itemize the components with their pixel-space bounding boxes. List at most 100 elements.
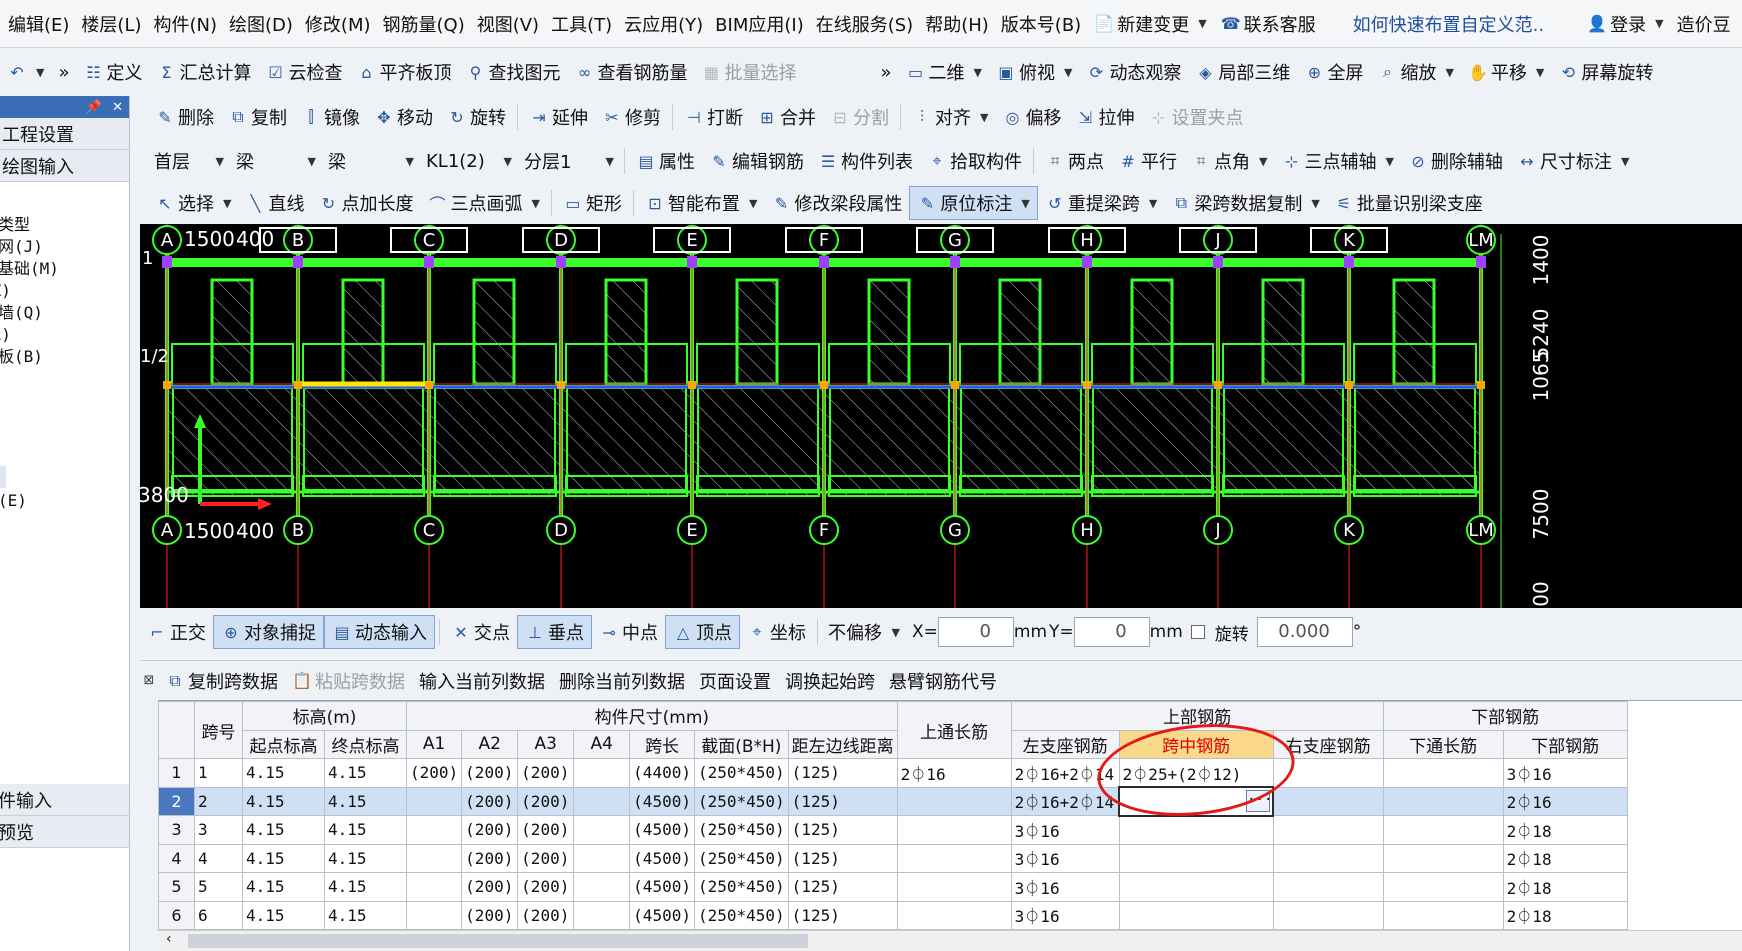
cell-span[interactable]: 5 — [194, 872, 243, 902]
edit-btn-0[interactable]: ✎ 删除 — [148, 100, 221, 134]
cell-through[interactable] — [896, 872, 1012, 902]
type1-select[interactable]: 梁 ▼ — [230, 146, 322, 176]
member-btn-0[interactable]: ▤ 属性 — [629, 144, 702, 178]
column-header[interactable]: 距左边线距离 — [787, 729, 898, 759]
rotate-checkbox[interactable] — [1190, 625, 1205, 639]
member-select[interactable]: KL1(2) ▼ — [420, 146, 518, 176]
cell-a2[interactable]: (200) — [461, 815, 519, 845]
floor-select[interactable]: 首层 ▼ — [148, 146, 230, 176]
cell-a1[interactable] — [405, 900, 463, 930]
cell-btm_through[interactable] — [1382, 758, 1504, 788]
cell-sec[interactable]: (250*450) — [693, 815, 789, 845]
table-row[interactable]: 3 3 4.15 4.15 (200) (200) (4500) (250*450) (125)… — [158, 815, 1628, 845]
menu-item-1[interactable]: 楼层(L) — [75, 11, 147, 37]
column-header[interactable]: 跨号 — [194, 701, 243, 759]
edit-btn-11[interactable]: ◎ 偏移 — [995, 100, 1068, 134]
sidebar-item[interactable]: 筏板基础(M) — [0, 256, 129, 278]
column-header[interactable]: 截面(B*H) — [693, 729, 789, 759]
edit-btn-12[interactable]: ⇲ 拉伸 — [1068, 100, 1141, 134]
cell-dist[interactable]: (125) — [787, 872, 898, 902]
axis-btn-4[interactable]: ⊘ 删除辅轴 — [1401, 144, 1510, 178]
cell-len[interactable]: (4500) — [629, 843, 695, 873]
menu-item-12[interactable]: 版本号(B) — [995, 11, 1087, 37]
cell-span[interactable]: 1 — [194, 758, 243, 788]
cell-len[interactable]: (4500) — [629, 786, 695, 816]
offset-select[interactable]: 不偏移 ▼ — [822, 617, 906, 647]
cell-a2[interactable]: (200) — [461, 758, 519, 788]
menu-item-7[interactable]: 工具(T) — [545, 11, 618, 37]
edit-btn-9[interactable]: ⊟ 分割 — [823, 100, 896, 134]
type2-select[interactable]: 梁 ▼ — [322, 146, 420, 176]
table-row[interactable]: 5 5 4.15 4.15 (200) (200) (4500) (250*450) (125)… — [158, 872, 1628, 902]
snap-btn-6[interactable]: △ 顶点 — [665, 615, 740, 649]
table-btn-3[interactable]: 删除当前列数据 — [552, 664, 692, 698]
toolbar1-btn-5[interactable]: ∞ 查看钢筋量 — [567, 55, 694, 89]
row-number[interactable]: 5 — [158, 872, 195, 902]
sidebar-item[interactable]: 圈梁(E) — [0, 488, 129, 510]
cell-a4[interactable] — [573, 758, 631, 788]
cell-a2[interactable]: (200) — [461, 900, 519, 930]
snap-btn-7[interactable]: ⌖ 坐标 — [740, 615, 813, 649]
draw-btn-2[interactable]: ↻ 点加长度 — [311, 186, 420, 220]
column-header[interactable]: 标高(m) — [242, 701, 407, 731]
column-header[interactable]: A3 — [517, 729, 575, 759]
row-number[interactable]: 3 — [158, 815, 195, 845]
column-header[interactable]: 下部钢筋 — [1502, 729, 1628, 759]
scroll-left-icon[interactable]: ‹ — [166, 931, 172, 947]
edit-btn-2[interactable]: ⫿ 镜像 — [294, 100, 367, 134]
cell-len[interactable]: (4500) — [629, 872, 695, 902]
cell-a4[interactable] — [573, 843, 631, 873]
snap-btn-0[interactable]: ⌐ 正交 — [140, 615, 213, 649]
toolbar1-btn-4[interactable]: ⚲ 查找图元 — [458, 55, 567, 89]
cell-dist[interactable]: (125) — [787, 758, 898, 788]
draw-btn-9[interactable]: ⧉ 梁跨数据复制 ▼ — [1164, 186, 1326, 220]
cell-right[interactable] — [1272, 786, 1384, 816]
column-header[interactable]: A2 — [461, 729, 519, 759]
undo-button[interactable]: ↶ ▼ — [0, 55, 51, 89]
cell-mid[interactable] — [1118, 843, 1274, 873]
cell-a3[interactable]: (200) — [517, 815, 575, 845]
view-btn-7[interactable]: ⟲ 屏幕旋转 — [1551, 55, 1660, 89]
column-header[interactable]: 跨长 — [629, 729, 695, 759]
cell-left[interactable]: 3⏀16 — [1010, 843, 1120, 873]
sidebar-item[interactable]: 柱(Z) — [0, 278, 129, 300]
sidebar-item[interactable]: 构件类型 — [0, 212, 129, 234]
cell-a3[interactable]: (200) — [517, 758, 575, 788]
cell-mid[interactable] — [1118, 872, 1274, 902]
cell-len[interactable]: (4500) — [629, 900, 695, 930]
cell-span[interactable]: 4 — [194, 843, 243, 873]
cell-mid[interactable] — [1118, 900, 1274, 930]
edit-btn-1[interactable]: ⧉ 复制 — [221, 100, 294, 134]
cell-left[interactable]: 3⏀16 — [1010, 815, 1120, 845]
cell-a4[interactable] — [573, 900, 631, 930]
edit-btn-6[interactable]: ✂ 修剪 — [595, 100, 668, 134]
draw-btn-5[interactable]: ⊡ 智能布置 ▼ — [638, 186, 764, 220]
column-header[interactable]: A1 — [405, 729, 463, 759]
horizontal-scrollbar[interactable]: ‹ — [158, 930, 1742, 951]
edit-btn-13[interactable]: ⊹ 设置夹点 — [1141, 100, 1250, 134]
edit-btn-3[interactable]: ✥ 移动 — [367, 100, 440, 134]
draw-btn-6[interactable]: ✎ 修改梁段属性 — [764, 186, 909, 220]
row-number[interactable]: 4 — [158, 843, 195, 873]
cell-start[interactable]: 4.15 — [242, 872, 325, 902]
rotate-input[interactable]: 0.000 — [1256, 617, 1353, 647]
view-btn-1[interactable]: ▣ 俯视 ▼ — [989, 55, 1079, 89]
cell-right[interactable] — [1272, 843, 1384, 873]
cell-len[interactable]: (4400) — [629, 758, 695, 788]
axis-btn-5[interactable]: ↔ 尺寸标注 ▼ — [1510, 144, 1636, 178]
view-btn-2[interactable]: ⟳ 动态观察 — [1079, 55, 1188, 89]
cell-a2[interactable]: (200) — [461, 786, 519, 816]
login-button[interactable]: 👤 登录 ▼ — [1580, 7, 1670, 41]
view-btn-3[interactable]: ◈ 局部三维 — [1188, 55, 1297, 89]
cell-span[interactable]: 2 — [194, 786, 243, 816]
axis-btn-0[interactable]: ⌗ 两点 — [1038, 144, 1111, 178]
cell-through[interactable] — [896, 786, 1012, 816]
cell-a1[interactable] — [405, 815, 463, 845]
column-header[interactable]: A4 — [573, 729, 631, 759]
snap-btn-4[interactable]: ⊥ 垂点 — [517, 615, 592, 649]
cell-a1[interactable] — [405, 786, 463, 816]
cell-end[interactable]: 4.15 — [324, 758, 407, 788]
cell-dist[interactable]: (125) — [787, 900, 898, 930]
cell-start[interactable]: 4.15 — [242, 786, 325, 816]
sidebar-bottom-button-1[interactable]: 报表预览 — [0, 816, 129, 848]
